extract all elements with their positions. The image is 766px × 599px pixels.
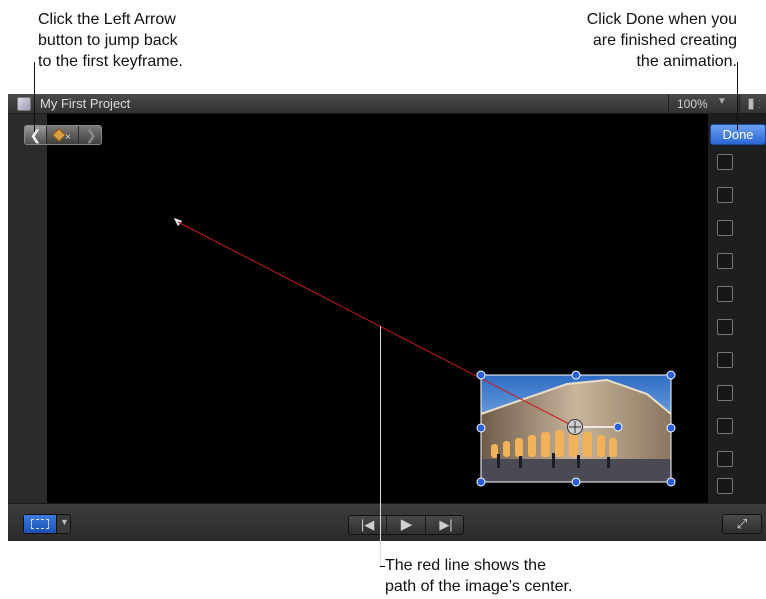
frame-box	[717, 451, 733, 467]
zoom-value: 100%	[677, 97, 708, 111]
callout-leader-left	[34, 62, 35, 132]
view-options-icon	[748, 98, 754, 110]
callout-leader-bottom-tick	[380, 566, 385, 567]
transform-mode-button[interactable]: ▼	[23, 514, 71, 534]
play-icon: ▶	[400, 516, 413, 533]
callout-line: the animation.	[636, 53, 737, 70]
project-title: My First Project	[40, 96, 131, 111]
skip-forward-icon: ▶|	[439, 517, 453, 532]
keyframe-delete-mark: ×	[65, 132, 71, 143]
callout-line: button to jump back	[38, 32, 178, 49]
callout-leader-bottom	[380, 326, 381, 568]
frame-box	[717, 154, 733, 170]
chevron-down-icon: ▼	[717, 96, 727, 107]
motion-path-line[interactable]	[177, 221, 576, 428]
callout-line: path of the image’s center.	[385, 578, 573, 595]
done-button[interactable]: Done	[710, 124, 766, 145]
callout-line: to the first keyframe.	[38, 53, 183, 70]
play-button[interactable]: ▶	[388, 516, 426, 534]
callout-line: Click the Left Arrow	[38, 11, 176, 28]
frame-box	[717, 187, 733, 203]
viewer-title-bar: My First Project 100% ▼ ···	[8, 94, 766, 119]
fullscreen-button[interactable]: ⤢	[722, 514, 762, 534]
frame-box	[717, 319, 733, 335]
frame-box	[717, 418, 733, 434]
skip-back-icon: |◀	[360, 517, 375, 532]
next-keyframe-button[interactable]: ❯	[80, 126, 101, 144]
skip-forward-button[interactable]: ▶|	[427, 516, 465, 534]
fullscreen-icon: ⤢	[736, 516, 748, 531]
callout-done: Click Done when you are finished creatin…	[477, 9, 737, 72]
callout-left-arrow: Click the Left Arrow button to jump back…	[38, 9, 258, 72]
frame-box	[717, 220, 733, 236]
frame-box	[717, 385, 733, 401]
viewer-window: My First Project 100% ▼ ···	[8, 94, 766, 541]
view-options-button[interactable]: ···	[739, 94, 766, 119]
transport-controls: |◀ ▶ ▶|	[348, 515, 464, 535]
transform-view-icon	[24, 515, 57, 533]
frame-box	[717, 286, 733, 302]
callout-leader-right	[737, 62, 738, 130]
keyframe-diamond-icon	[51, 127, 67, 143]
previous-keyframe-button[interactable]: ❮	[25, 126, 47, 144]
keyframe-toggle-button[interactable]: ×	[47, 126, 79, 144]
zoom-popup[interactable]: 100% ▼	[668, 94, 738, 114]
frame-strip	[708, 114, 766, 503]
chevron-right-icon: ❯	[85, 127, 97, 143]
callout-red-line: The red line shows the path of the image…	[385, 555, 645, 597]
viewer-bottom-bar: ▼ |◀ ▶ ▶| ⤢	[8, 503, 766, 541]
frame-box	[717, 253, 733, 269]
frame-box	[717, 478, 733, 494]
callout-line: are finished creating	[592, 32, 737, 49]
project-icon	[17, 97, 31, 111]
chevron-left-icon: ❮	[29, 127, 42, 143]
frame-box	[717, 352, 733, 368]
viewer-canvas[interactable]	[47, 114, 708, 503]
keyframe-navigation: ❮ × ❯	[24, 125, 102, 145]
callout-line: The red line shows the	[385, 557, 546, 574]
canvas-overlay	[173, 217, 676, 487]
skip-back-button[interactable]: |◀	[349, 516, 387, 534]
callout-line: Click Done when you	[586, 11, 737, 28]
chevron-down-icon: ▼	[60, 517, 69, 527]
